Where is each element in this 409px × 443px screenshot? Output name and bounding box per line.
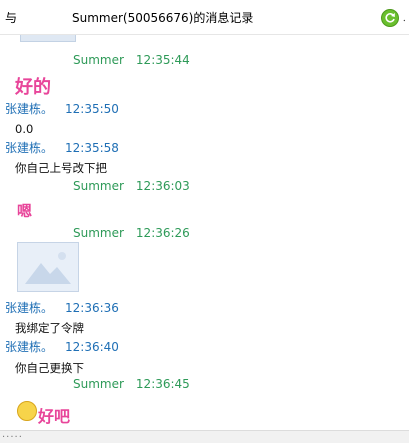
message-text: 你自己更换下 xyxy=(15,361,84,375)
message-text: 0.0 xyxy=(15,122,34,136)
message-time: 12:35:44 xyxy=(135,53,190,67)
emoji-icon xyxy=(17,401,37,421)
sender-name: Summer xyxy=(73,179,124,193)
sender-name: Summer xyxy=(73,226,124,240)
message-time: 12:36:45 xyxy=(135,377,190,391)
sender-name: Summer xyxy=(73,53,124,67)
sender-name: 张建栋。 xyxy=(5,301,54,315)
message-text: 好吧 xyxy=(38,407,71,426)
message-text: 我绑定了令牌 xyxy=(15,321,84,335)
message-text: 你自己上号改下把 xyxy=(15,161,107,175)
message-time: 12:36:26 xyxy=(135,226,190,240)
message-meta: 张建栋。 12:35:50 xyxy=(5,100,119,117)
refresh-button[interactable] xyxy=(381,9,399,27)
message-text: 好的 xyxy=(15,77,51,98)
message-meta: 张建栋。 12:35:58 xyxy=(5,139,119,156)
message-time: 12:35:50 xyxy=(65,102,119,116)
message-meta: Summer 12:35:44 xyxy=(73,53,190,67)
message-time: 12:36:03 xyxy=(135,179,190,193)
message-meta: Summer 12:36:03 xyxy=(73,179,190,193)
status-bar: ..... xyxy=(0,429,409,443)
message-meta: Summer 12:36:45 xyxy=(73,377,190,391)
title-prefix: 与 xyxy=(5,11,18,25)
message-time: 12:35:58 xyxy=(65,141,119,155)
message-text: 嗯 xyxy=(17,202,33,220)
message-meta: 张建栋。 12:36:36 xyxy=(5,299,119,316)
message-meta: Summer 12:36:26 xyxy=(73,226,190,240)
sender-name: 张建栋。 xyxy=(5,340,54,354)
message-time: 12:36:40 xyxy=(65,340,119,354)
sender-name: 张建栋。 xyxy=(5,102,54,116)
window-title: Summer(50056676)的消息记录 xyxy=(72,11,254,25)
status-text: ..... xyxy=(2,429,23,440)
message-meta: 张建栋。 12:36:40 xyxy=(5,338,119,355)
refresh-icon xyxy=(385,13,395,23)
title-menu-dot[interactable]: ⸱ xyxy=(403,13,406,27)
message-time: 12:36:36 xyxy=(65,301,119,315)
message-history[interactable]: Summer 12:35:44 好的 张建栋。 12:35:50 0.0 张建栋。 1… xyxy=(0,35,409,430)
image-icon[interactable] xyxy=(17,242,79,292)
title-bar: 与 Summer(50056676)的消息记录 ⸱ xyxy=(0,0,409,35)
image-icon xyxy=(20,35,76,42)
sender-name: Summer xyxy=(73,377,124,391)
sender-name: 张建栋。 xyxy=(5,141,54,155)
picture-icon xyxy=(25,252,71,284)
